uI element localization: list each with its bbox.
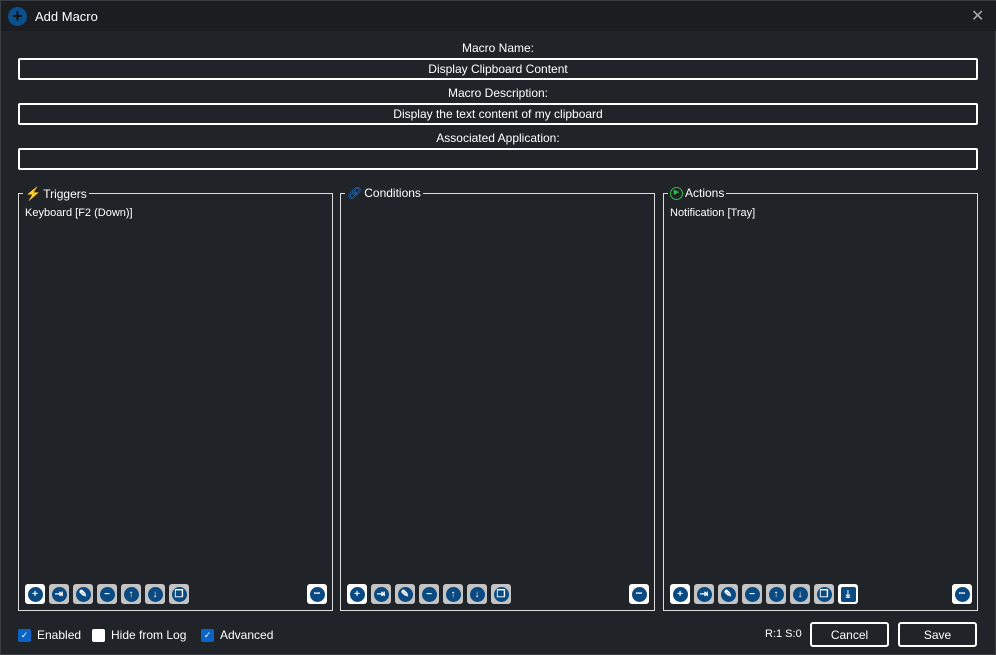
hide-from-log-label: Hide from Log <box>111 628 187 642</box>
enabled-label: Enabled <box>37 628 82 642</box>
triggers-duplicate-button[interactable]: ❐ <box>169 584 189 604</box>
remove-icon: − <box>744 586 760 602</box>
hide-from-log-checkbox[interactable]: Hide from Log <box>92 628 186 642</box>
close-icon[interactable]: ✕ <box>971 6 984 26</box>
title-bar: + Add Macro ✕ <box>1 1 996 31</box>
link-icon: 🔗︎ <box>347 186 363 200</box>
move-up-icon: ↑ <box>445 586 461 602</box>
macro-description-label: Macro Description: <box>447 86 549 100</box>
checkbox-checked-icon: ✓ <box>201 628 214 642</box>
conditions-remove-button[interactable]: − <box>419 584 439 604</box>
enabled-checkbox[interactable]: ✓ Enabled <box>18 628 81 642</box>
add-icon: + <box>27 586 43 602</box>
actions-save-button[interactable]: ⤓ <box>838 584 858 604</box>
triggers-remove-button[interactable]: − <box>97 584 117 604</box>
conditions-add-button[interactable]: + <box>347 584 367 604</box>
floppy-disk-icon: ⤓ <box>840 586 856 602</box>
remove-icon: − <box>421 586 437 602</box>
move-up-icon: ↑ <box>123 586 139 602</box>
actions-remove-button[interactable]: − <box>742 584 762 604</box>
actions-import-button[interactable]: ⇥ <box>694 584 714 604</box>
actions-move-up-button[interactable]: ↑ <box>766 584 786 604</box>
associated-application-label: Associated Application: <box>436 131 560 145</box>
actions-add-button[interactable]: + <box>670 584 690 604</box>
more-icon: ••• <box>309 586 325 602</box>
list-item[interactable]: Notification [Tray] <box>670 207 755 219</box>
conditions-more-button[interactable]: ••• <box>629 584 649 604</box>
edit-icon: ✎ <box>720 586 736 602</box>
conditions-move-up-button[interactable]: ↑ <box>443 584 463 604</box>
import-icon: ⇥ <box>373 586 389 602</box>
triggers-panel: ⚡ Triggers Keyboard [F2 (Down)] + ⇥ ✎ − ↑ ↓ ❐ ••… <box>18 186 333 611</box>
move-down-icon: ↓ <box>147 586 163 602</box>
move-down-icon: ↓ <box>792 586 808 602</box>
advanced-label: Advanced <box>220 628 274 642</box>
actions-title: Actions <box>685 186 725 200</box>
triggers-edit-button[interactable]: ✎ <box>73 584 93 604</box>
conditions-title: Conditions <box>364 186 421 200</box>
advanced-checkbox[interactable]: ✓ Advanced <box>201 628 273 642</box>
conditions-panel: 🔗︎ Conditions + ⇥ ✎ − ↑ ↓ ❐ ••• <box>340 186 655 611</box>
duplicate-icon: ❐ <box>493 586 509 602</box>
edit-icon: ✎ <box>75 586 91 602</box>
window-title: Add Macro <box>35 9 98 24</box>
macro-description-input[interactable] <box>18 103 978 125</box>
actions-move-down-button[interactable]: ↓ <box>790 584 810 604</box>
conditions-import-button[interactable]: ⇥ <box>371 584 391 604</box>
duplicate-icon: ❐ <box>816 586 832 602</box>
status-text: R:1 S:0 <box>765 628 802 640</box>
triggers-title: Triggers <box>43 187 87 201</box>
import-icon: ⇥ <box>51 586 67 602</box>
add-icon: + <box>672 586 688 602</box>
plus-circle-icon: + <box>8 7 27 26</box>
cancel-button[interactable]: Cancel <box>810 622 889 647</box>
more-icon: ••• <box>954 586 970 602</box>
conditions-duplicate-button[interactable]: ❐ <box>491 584 511 604</box>
move-up-icon: ↑ <box>768 586 784 602</box>
edit-icon: ✎ <box>397 586 413 602</box>
actions-more-button[interactable]: ••• <box>952 584 972 604</box>
lightning-icon: ⚡ <box>25 186 42 201</box>
list-item[interactable]: Keyboard [F2 (Down)] <box>25 207 133 219</box>
remove-icon: − <box>99 586 115 602</box>
play-icon: ▶ <box>670 186 683 200</box>
macro-name-input[interactable] <box>18 58 978 80</box>
triggers-import-button[interactable]: ⇥ <box>49 584 69 604</box>
macro-name-label: Macro Name: <box>461 41 535 55</box>
more-icon: ••• <box>631 586 647 602</box>
duplicate-icon: ❐ <box>171 586 187 602</box>
actions-edit-button[interactable]: ✎ <box>718 584 738 604</box>
checkbox-checked-icon: ✓ <box>18 628 31 642</box>
triggers-move-up-button[interactable]: ↑ <box>121 584 141 604</box>
actions-duplicate-button[interactable]: ❐ <box>814 584 834 604</box>
triggers-more-button[interactable]: ••• <box>307 584 327 604</box>
conditions-edit-button[interactable]: ✎ <box>395 584 415 604</box>
move-down-icon: ↓ <box>469 586 485 602</box>
checkbox-unchecked-icon <box>92 628 105 642</box>
save-button[interactable]: Save <box>898 622 977 647</box>
conditions-move-down-button[interactable]: ↓ <box>467 584 487 604</box>
import-icon: ⇥ <box>696 586 712 602</box>
triggers-move-down-button[interactable]: ↓ <box>145 584 165 604</box>
actions-panel: ▶ Actions Notification [Tray] + ⇥ ✎ − ↑ ↓ ❐ ⤓ ••• <box>663 186 978 611</box>
associated-application-input[interactable] <box>18 148 978 170</box>
triggers-add-button[interactable]: + <box>25 584 45 604</box>
add-icon: + <box>349 586 365 602</box>
